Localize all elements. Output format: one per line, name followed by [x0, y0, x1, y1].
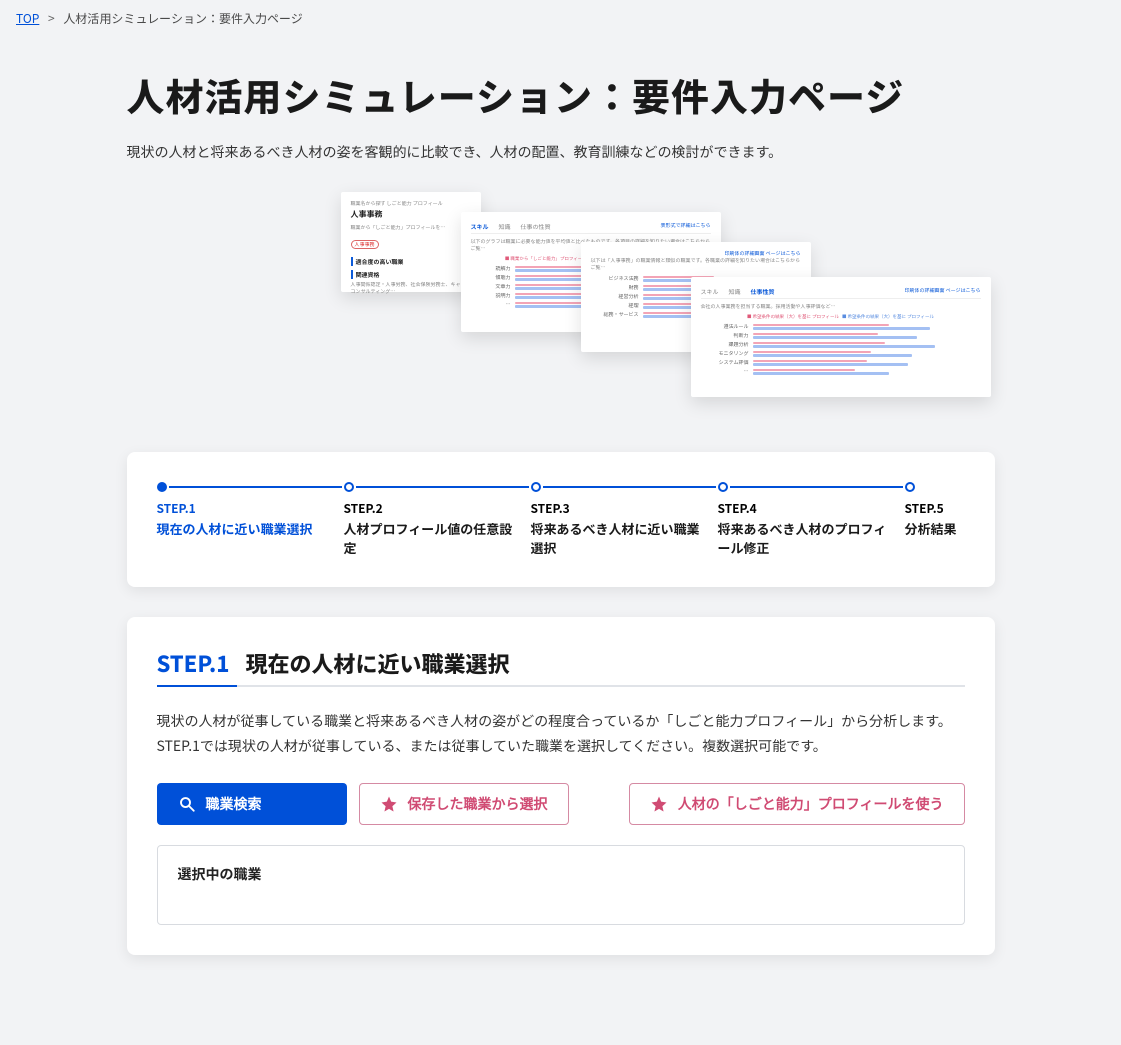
hc4-row4: システム評価	[701, 359, 749, 366]
step-1-caption: 現在の人材に近い職業選択	[157, 519, 344, 538]
star-icon	[380, 795, 398, 813]
step-1[interactable]: STEP.1 現在の人材に近い職業選択	[157, 482, 344, 557]
step-4[interactable]: STEP.4 将来あるべき人材のプロフィール修正	[718, 482, 905, 557]
hero-card4-tab1: スキル	[701, 287, 719, 296]
page-title: 人材活用シミュレーション：要件入力ページ	[127, 67, 995, 122]
selected-occupations-box: 選択中の職業	[157, 845, 965, 925]
hero-card4-link: 印刷体の詳細画面 ページはこちら	[904, 287, 980, 294]
hc3-row2: 経営分析	[591, 293, 639, 300]
hc4-row3: モニタリング	[701, 350, 749, 357]
hc2-row1: 傾聴力	[471, 274, 511, 281]
step-2-caption: 人材プロフィール値の任意設定	[344, 519, 531, 557]
saved-occupation-button[interactable]: 保存した職業から選択	[359, 783, 569, 825]
section-description: 現状の人材が従事している職業と将来あるべき人材の姿がどの程度合っているか「しごと…	[157, 709, 965, 759]
section-step-label: STEP.1	[157, 647, 230, 679]
hc2-row2: 文章力	[471, 283, 511, 290]
step-5-label: STEP.5	[905, 500, 965, 517]
hc4-row1: 判断力	[701, 332, 749, 339]
hero-card1-section2: 関連資格	[351, 270, 471, 279]
breadcrumb: TOP > 人材活用シミュレーション：要件入力ページ	[0, 0, 1121, 37]
step-dot-icon	[157, 482, 167, 492]
step-dot-icon	[718, 482, 728, 492]
selected-occupations-title: 選択中の職業	[178, 864, 944, 884]
hc3-row1: 財務	[591, 284, 639, 291]
step-1-label: STEP.1	[157, 500, 344, 517]
hc4-row0: 遵法ルール	[701, 323, 749, 330]
section-title: 現在の人材に近い職業選択	[246, 647, 510, 679]
hero-card1-section1: 適合度の高い職業	[351, 257, 471, 266]
hero-card4-desc: 会社の人事業務を担当する職業。採用活動や人事評価など…	[701, 303, 981, 310]
step-dot-icon	[905, 482, 915, 492]
step-4-label: STEP.4	[718, 500, 905, 517]
stepper: STEP.1 現在の人材に近い職業選択 STEP.2 人材プロフィール値の任意設…	[157, 482, 965, 557]
step-3-caption: 将来あるべき人材に近い職業選択	[531, 519, 718, 557]
breadcrumb-top-link[interactable]: TOP	[16, 10, 39, 27]
hc4-row2: 課題分析	[701, 341, 749, 348]
hc3-row0: ビジネス法務	[591, 275, 639, 282]
hc2-row3: 説明力	[471, 292, 511, 299]
hero-card-1: 職業名から探す しごと能力 プロフィール 人事事務 職業から「しごと能力」プロフ…	[341, 192, 481, 292]
hero-card1-badge: 人事事務	[351, 240, 379, 249]
hero-card1-footer: 人事関係認定・人事労務、社会保険労務士、キャリアコンサルティング…	[351, 281, 471, 295]
hc4-row5: …	[701, 368, 749, 375]
hero-card2-legend-red: ■ 職業から「しごと能力」プロフィール	[505, 256, 587, 262]
step-4-caption: 将来あるべき人材のプロフィール修正	[718, 519, 905, 557]
breadcrumb-current: 人材活用シミュレーション：要件入力ページ	[63, 10, 302, 27]
hero-card4-tab2: 知識	[729, 287, 741, 296]
hero-stack: 職業名から探す しごと能力 プロフィール 人事事務 職業から「しごと能力」プロフ…	[211, 192, 911, 412]
hc3-row4: 総務・サービス	[591, 311, 639, 318]
hc2-row4: …	[471, 301, 511, 308]
hero-card4-legend: ■ 希望条件の結果（大）を基に プロフィール ■ 希望条件の結果（大）を基に プ…	[701, 314, 981, 320]
breadcrumb-separator: >	[48, 10, 55, 27]
hc2-row0: 読解力	[471, 265, 511, 272]
hero-card2-tab3: 仕事の性質	[521, 222, 551, 231]
search-icon	[178, 795, 196, 813]
hero-card1-title: 人事事務	[351, 209, 471, 220]
button-row: 職業検索 保存した職業から選択 人材の「しごと能力」プロフィールを使う	[157, 783, 965, 825]
hero-card2-link: 表形式で詳細はこちら	[660, 222, 710, 229]
step-5[interactable]: STEP.5 分析結果	[905, 482, 965, 557]
stepper-card: STEP.1 現在の人材に近い職業選択 STEP.2 人材プロフィール値の任意設…	[127, 452, 995, 587]
page-subtitle: 現状の人材と将来あるべき人材の姿を客観的に比較でき、人材の配置、教育訓練などの検…	[127, 142, 995, 162]
hero-card1-sub: 職業から「しごと能力」プロフィールを…	[351, 224, 471, 231]
hero-card4-legend-blue: ■ 希望条件の結果（大）を基に プロフィール	[842, 314, 934, 320]
step1-section-card: STEP.1 現在の人材に近い職業選択 現状の人材が従事している職業と将来あるべ…	[127, 617, 995, 955]
hero-card2-tab1: スキル	[471, 222, 489, 231]
step-2[interactable]: STEP.2 人材プロフィール値の任意設定	[344, 482, 531, 557]
use-profile-button[interactable]: 人材の「しごと能力」プロフィールを使う	[629, 783, 965, 825]
search-occupation-label: 職業検索	[206, 794, 262, 814]
hero-card2-tab2: 知識	[499, 222, 511, 231]
step-dot-icon	[344, 482, 354, 492]
hero-card-4: スキル 知識 仕事性質 印刷体の詳細画面 ページはこちら 会社の人事業務を担当す…	[691, 277, 991, 397]
step-2-label: STEP.2	[344, 500, 531, 517]
use-profile-label: 人材の「しごと能力」プロフィールを使う	[678, 794, 944, 814]
hero-card1-tiny: 職業名から探す しごと能力 プロフィール	[351, 200, 471, 207]
hero-card4-tab3: 仕事性質	[751, 287, 775, 296]
hero-card3-desc: 以下は「人事事務」の職業情報と類似の職業です。各職業の詳細を知りたい場合はこちら…	[591, 257, 801, 271]
star-icon	[650, 795, 668, 813]
hc3-row3: 経理	[591, 302, 639, 309]
section-rule	[157, 685, 965, 687]
step-dot-icon	[531, 482, 541, 492]
hero-card4-legend-red: ■ 希望条件の結果（大）を基に プロフィール	[747, 314, 839, 320]
step-3-label: STEP.3	[531, 500, 718, 517]
step-3[interactable]: STEP.3 将来あるべき人材に近い職業選択	[531, 482, 718, 557]
saved-occupation-label: 保存した職業から選択	[408, 794, 548, 814]
search-occupation-button[interactable]: 職業検索	[157, 783, 347, 825]
hero-card3-link: 印刷体の詳細画面 ページはこちら	[724, 250, 800, 257]
step-5-caption: 分析結果	[905, 519, 965, 538]
